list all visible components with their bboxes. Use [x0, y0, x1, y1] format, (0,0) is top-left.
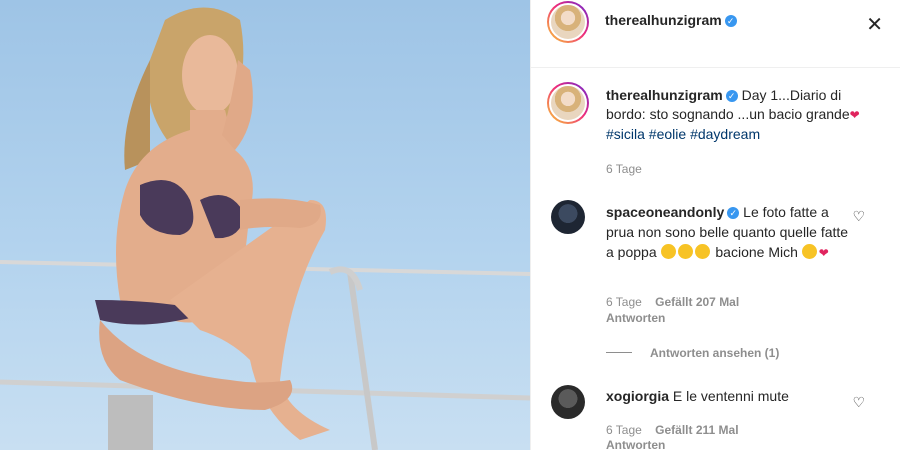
laughing-emoji-icon	[677, 244, 693, 259]
comment-time[interactable]: 6 Tage	[606, 423, 642, 437]
laughing-emoji-icon	[660, 244, 676, 259]
post-image	[0, 7, 530, 450]
comment-username[interactable]: xogiorgia	[606, 388, 669, 404]
post-sidebar: therealhunzigram ✓ ✕ therealhunzigram ✓ Da…	[530, 0, 900, 450]
caption-avatar[interactable]	[547, 82, 589, 124]
comment-body: spaceoneandonly ✓ Le foto fatte a prua no…	[606, 202, 856, 263]
heart-emoji-icon: ❤	[818, 246, 829, 260]
verified-badge-icon: ✓	[724, 15, 737, 27]
comment-meta: 6 Tage Gefällt 207 Mal	[606, 295, 739, 309]
comment-likes[interactable]: Gefällt 207 Mal	[655, 295, 739, 309]
comment-meta: 6 Tage Gefällt 211 Mal	[606, 423, 739, 437]
caption-username[interactable]: therealhunzigram	[606, 87, 723, 103]
reply-button[interactable]: Antworten	[606, 438, 665, 450]
laughing-emoji-icon	[694, 244, 710, 259]
comment-likes[interactable]: Gefällt 211 Mal	[655, 423, 738, 437]
comment-avatar[interactable]	[551, 200, 585, 234]
author-username[interactable]: therealhunzigram	[605, 12, 722, 28]
comment-time[interactable]: 6 Tage	[606, 295, 642, 309]
like-comment-icon[interactable]: ♡	[852, 394, 865, 411]
caption-time[interactable]: 6 Tage	[606, 162, 642, 176]
comment-text: E le ventenni mute	[672, 388, 789, 404]
post-caption: therealhunzigram ✓ Day 1...Diario di bord…	[606, 86, 876, 144]
comment-text-2: bacione Mich	[715, 244, 798, 260]
replies-divider	[606, 352, 632, 353]
verified-badge-icon: ✓	[725, 90, 738, 102]
hashtag-daydream[interactable]: #daydream	[690, 126, 760, 142]
comment-avatar[interactable]	[551, 385, 585, 419]
kiss-emoji-icon	[801, 244, 817, 259]
post-header: therealhunzigram ✓ ✕	[531, 0, 900, 68]
hashtag-eolie[interactable]: #eolie	[649, 126, 686, 142]
close-icon[interactable]: ✕	[866, 12, 883, 37]
comment-body: xogiorgia E le ventenni mute	[606, 386, 856, 406]
view-replies-button[interactable]: Antworten ansehen (1)	[650, 346, 779, 360]
author-avatar[interactable]	[547, 1, 589, 43]
reply-button[interactable]: Antworten	[606, 311, 665, 325]
comment-username[interactable]: spaceoneandonly	[606, 204, 724, 220]
like-comment-icon[interactable]: ♡	[852, 208, 865, 225]
heart-emoji-icon: ❤	[849, 108, 860, 122]
post-photo	[0, 0, 530, 450]
hashtag-sicila[interactable]: #sicila	[606, 126, 645, 142]
verified-badge-icon: ✓	[727, 207, 740, 219]
